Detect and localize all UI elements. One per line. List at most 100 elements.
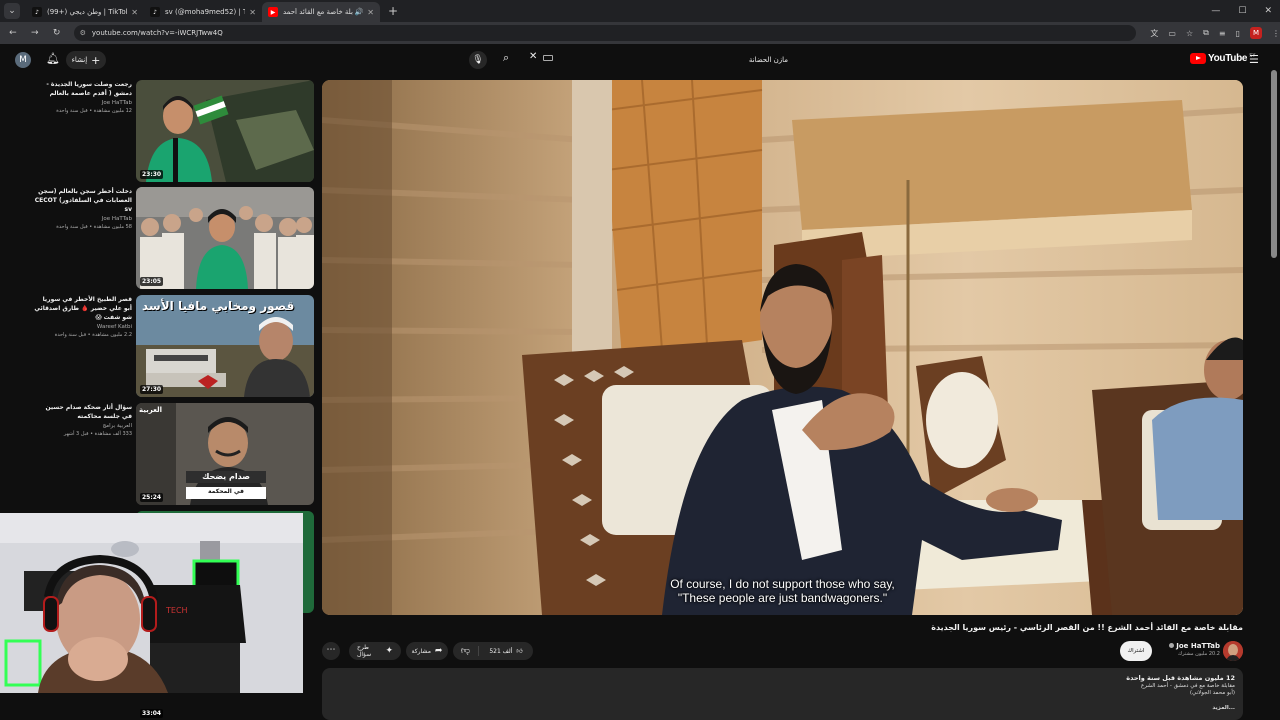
thumbnail-overlay-subtext: في المحكمة: [208, 488, 244, 495]
video-title-heading: مقابلة خاصة مع القائد أحمد الشرع !! من ا…: [931, 623, 1243, 632]
like-dislike-group: 👎︎ 521 ألف 👍︎: [453, 642, 533, 660]
video-thumbnail[interactable]: [136, 187, 314, 289]
browser-tab-strip: ⌄ ♪ (99+) ‎وطن ديجي | TikTok ‎476 ✕ ♪ sv…: [0, 0, 1280, 22]
address-bar-row: ← → ↻ ⚙ youtube.com/watch?v=-iWCRJTww4Q …: [0, 22, 1280, 44]
page-scrollbar[interactable]: [1271, 70, 1277, 258]
maximize-icon[interactable]: ☐: [1238, 6, 1246, 16]
like-button[interactable]: 521 ألف 👍︎: [479, 647, 533, 656]
ask-button[interactable]: طرح سؤال ✦: [349, 642, 401, 660]
show-more-link[interactable]: ...المزيد: [330, 705, 1235, 711]
keyboard-icon[interactable]: [543, 55, 553, 61]
dislike-thumb-icon[interactable]: 👎︎: [453, 646, 479, 656]
site-info-icon[interactable]: ⚙: [80, 29, 86, 37]
sparkle-icon: ✦: [385, 646, 393, 656]
close-tab-icon[interactable]: ✕: [131, 8, 138, 17]
video-thumbnail[interactable]: [136, 80, 314, 182]
close-tab-icon[interactable]: ✕: [367, 8, 374, 17]
share-button[interactable]: مشاركة ➦: [406, 642, 448, 660]
channel-name[interactable]: Joe HaTTab: [34, 216, 132, 222]
svg-text:TECH: TECH: [165, 606, 188, 615]
thumbnail-overlay-text: قصور ومخابي مافيا الأسد: [142, 299, 295, 313]
tab-title: مقابلة خاصة مع القائد أحمد !: [283, 8, 353, 16]
guide-menu-icon[interactable]: ☰: [1249, 53, 1259, 66]
view-count-date: 12 مليون مشاهدة قبل سنة واحدة: [1126, 674, 1235, 682]
tiktok-icon: ♪: [32, 7, 42, 17]
minimize-icon[interactable]: —: [1211, 6, 1220, 16]
channel-name-row[interactable]: Joe HaTTab: [1160, 642, 1220, 650]
video-description[interactable]: 12 مليون مشاهدة قبل سنة واحدة مقابلة خاص…: [322, 668, 1243, 720]
video-player[interactable]: Of course, I do not support those who sa…: [322, 80, 1243, 615]
browser-tab[interactable]: ♪ (99+) ‎وطن ديجي | TikTok ‎476 ✕: [26, 2, 144, 22]
share-label: مشاركة: [411, 647, 431, 655]
video-duration: 25:24: [140, 493, 164, 502]
youtube-masthead: M 🔔︎ إنشاء + 🎙︎ ⌕ ✕ YouTube SY ☰: [0, 44, 1280, 76]
video-meta: قصر الطبيخ الأخطر في سوريا أبو علي خضير …: [34, 295, 132, 338]
video-title[interactable]: قصر الطبيخ الأخطر في سوريا أبو علي خضير …: [34, 295, 132, 322]
extensions-puzzle-icon[interactable]: ⧉: [1203, 28, 1209, 38]
notifications-bell-icon[interactable]: 🔔︎: [46, 52, 60, 65]
video-frame: [322, 80, 1243, 615]
caption-line: Of course, I do not support those who sa…: [670, 577, 895, 591]
cast-icon[interactable]: ▭: [1168, 29, 1176, 38]
new-tab-button[interactable]: +: [388, 4, 398, 18]
video-duration: 33:04: [140, 709, 164, 718]
video-meta: سؤال أثار ضحكة صدام حسين في جلسة محاكمته…: [34, 403, 132, 437]
clear-search-icon[interactable]: ✕: [529, 51, 537, 62]
video-thumbnail[interactable]: العربية صدام يضحك في المحكمة: [136, 403, 314, 505]
voice-search-mic-icon[interactable]: 🎙︎: [469, 51, 487, 69]
browser-tab-active[interactable]: ▶ مقابلة خاصة مع القائد أحمد ! 🔊 ✕: [262, 2, 380, 22]
youtube-play-logo-icon: [1190, 53, 1206, 64]
video-duration: 27:30: [140, 385, 164, 394]
audio-playing-icon[interactable]: 🔊: [355, 8, 364, 16]
account-avatar[interactable]: M: [15, 52, 31, 68]
more-actions-icon[interactable]: ⋯: [322, 642, 340, 660]
related-video-item[interactable]: 23:30 رجعت وصلت سوريا الجديدة - دمشق ( أ…: [34, 80, 316, 182]
video-thumbnail[interactable]: قصور ومخابي مافيا الأسد: [136, 295, 314, 397]
like-thumb-icon: 👍︎: [516, 648, 523, 655]
sidepanel-icon[interactable]: ▯: [1236, 29, 1240, 38]
profile-avatar-icon[interactable]: M: [1249, 27, 1262, 39]
verified-badge-icon: [1169, 643, 1175, 648]
video-title[interactable]: رجعت وصلت سوريا الجديدة - دمشق ( أقدم عا…: [34, 80, 132, 98]
video-stats: 333 ألف مشاهدة • قبل 3 أشهر: [63, 431, 132, 437]
tab-search-icon[interactable]: ⌄: [4, 3, 20, 19]
create-label: إنشاء: [71, 56, 88, 64]
video-stats: 58 مليون مشاهدة • قبل سنة واحدة: [56, 224, 132, 230]
browser-tab[interactable]: ♪ sv (@moha9med52) | TikTok ✕: [144, 2, 262, 22]
browser-menu-icon[interactable]: ⋮: [1272, 29, 1280, 38]
tab-title: sv (@moha9med52) | TikTok: [165, 8, 246, 16]
media-controls-icon[interactable]: ≡: [1219, 29, 1226, 38]
channel-name[interactable]: Wareef Katbi: [34, 324, 132, 330]
back-icon[interactable]: ←: [4, 28, 22, 38]
close-tab-icon[interactable]: ✕: [249, 8, 256, 17]
related-video-item[interactable]: العربية صدام يضحك في المحكمة 25:24 سؤال …: [34, 403, 316, 505]
channel-name[interactable]: العربية برامج: [34, 423, 132, 429]
window-controls: — ☐ ✕: [1211, 6, 1272, 16]
youtube-icon: ▶: [268, 7, 278, 17]
url-bar[interactable]: ⚙ youtube.com/watch?v=-iWCRJTww4Q: [73, 25, 1137, 41]
related-video-item[interactable]: 23:05 دخلت أخطر سجن بالعالم (سجن العصابا…: [34, 187, 316, 289]
youtube-logo[interactable]: YouTube SY: [1190, 53, 1255, 64]
channel-name[interactable]: Joe HaTTab: [34, 100, 132, 106]
channel-info: Joe HaTTab 20.2 مليون مشترك: [1160, 642, 1220, 657]
translate-icon[interactable]: 文: [1150, 28, 1158, 39]
video-meta: رجعت وصلت سوريا الجديدة - دمشق ( أقدم عا…: [34, 80, 132, 114]
related-video-item[interactable]: قصور ومخابي مافيا الأسد 27:30 قصر الطبيخ…: [34, 295, 316, 397]
video-title[interactable]: دخلت أخطر سجن بالعالم (سجن العصابات في ا…: [34, 187, 132, 214]
create-button[interactable]: إنشاء +: [66, 51, 106, 69]
bookmark-star-icon[interactable]: ☆: [1186, 29, 1193, 38]
channel-avatar[interactable]: [1223, 641, 1243, 661]
extension-icons: 文 ▭ ☆ ⧉ ≡ ▯ M ⋮: [1150, 27, 1280, 39]
reload-icon[interactable]: ↻: [48, 28, 66, 38]
channel-name[interactable]: Joe HaTTab: [1176, 642, 1220, 650]
video-duration: 23:30: [140, 170, 164, 179]
description-text: (أبو محمد الجولاني): [1189, 690, 1235, 696]
subscribe-button[interactable]: اشتراك: [1120, 641, 1152, 661]
video-stats: 2.2 مليون مشاهدة • قبل سنة واحدة: [54, 332, 132, 338]
video-title[interactable]: سؤال أثار ضحكة صدام حسين في جلسة محاكمته: [34, 403, 132, 421]
forward-icon[interactable]: →: [26, 28, 44, 38]
share-arrow-icon: ➦: [434, 646, 443, 656]
close-window-icon[interactable]: ✕: [1264, 6, 1272, 16]
search-icon[interactable]: ⌕: [503, 51, 509, 65]
search-input[interactable]: [560, 51, 790, 69]
